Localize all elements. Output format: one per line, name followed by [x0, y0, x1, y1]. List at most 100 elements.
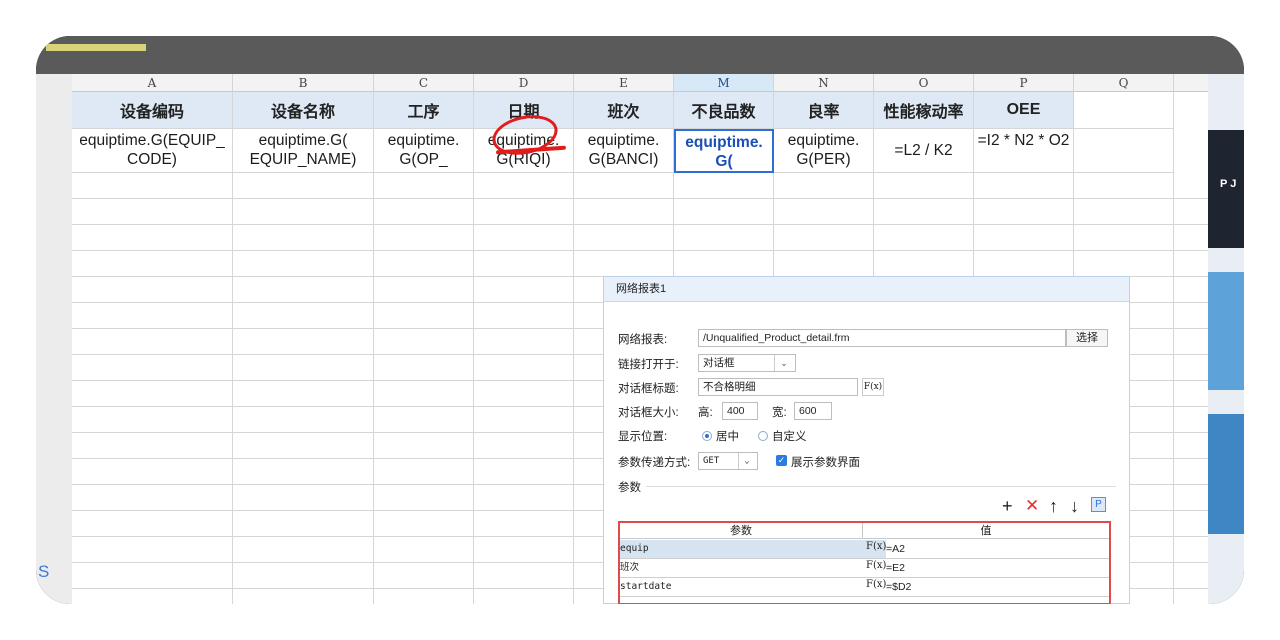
grid-cell[interactable]	[574, 199, 674, 225]
grid-cell[interactable]	[1174, 277, 1208, 303]
grid-cell[interactable]	[474, 199, 574, 225]
formula-icon[interactable]: F(x)	[866, 579, 886, 590]
grid-cell[interactable]	[474, 173, 574, 199]
grid-cell[interactable]	[233, 329, 374, 355]
grid-cell[interactable]	[474, 537, 574, 563]
data-cell-n2[interactable]: equiptime. G(PER)	[774, 129, 874, 173]
grid-cell[interactable]	[374, 563, 474, 589]
grid-cell[interactable]	[474, 459, 574, 485]
grid-cell[interactable]	[233, 251, 374, 277]
empty-cell[interactable]	[1074, 92, 1174, 129]
grid-cell[interactable]	[72, 251, 233, 277]
table-row[interactable]: startdate F(x) =$D2	[620, 578, 1109, 597]
grid-cell[interactable]	[72, 407, 233, 433]
grid-cell[interactable]	[374, 251, 474, 277]
grid-cell[interactable]	[1174, 459, 1208, 485]
col-header-n[interactable]: N	[774, 74, 874, 92]
grid-cell[interactable]	[374, 459, 474, 485]
grid-cell[interactable]	[874, 173, 974, 199]
grid-cell[interactable]	[233, 381, 374, 407]
grid-cell[interactable]	[574, 173, 674, 199]
grid-cell[interactable]	[1174, 199, 1208, 225]
col-header-b[interactable]: B	[233, 74, 374, 92]
header-cell-defects[interactable]: 不良品数	[674, 92, 774, 129]
grid-cell[interactable]	[874, 199, 974, 225]
grid-cell[interactable]	[674, 251, 774, 277]
position-center-radio[interactable]	[702, 431, 712, 441]
grid-cell[interactable]	[72, 173, 233, 199]
method-select[interactable]: GET ⌄	[698, 452, 758, 470]
grid-cell[interactable]	[1174, 563, 1208, 589]
grid-cell[interactable]	[1174, 303, 1208, 329]
data-cell-m2-selected[interactable]: equiptime. G(	[674, 129, 774, 173]
grid-cell[interactable]	[72, 563, 233, 589]
table-row[interactable]: 班次 F(x) =E2	[620, 559, 1109, 578]
spreadsheet[interactable]: A B C D E M N O P Q R 设备编码 设备名称 工序 日期 班次…	[72, 74, 1208, 604]
grid-cell[interactable]	[874, 225, 974, 251]
grid-cell[interactable]	[974, 173, 1074, 199]
dialog-title-field[interactable]: 不合格明细	[698, 378, 858, 396]
grid-cell[interactable]	[474, 589, 574, 604]
grid-cell[interactable]	[474, 277, 574, 303]
table-row[interactable]: equip F(x) =A2	[620, 540, 1109, 559]
grid-cell[interactable]	[72, 589, 233, 604]
col-header-r[interactable]: R	[1174, 74, 1208, 92]
grid-cell[interactable]	[374, 277, 474, 303]
grid-cell[interactable]	[1174, 433, 1208, 459]
grid-cell[interactable]	[233, 303, 374, 329]
grid-cell[interactable]	[474, 511, 574, 537]
grid-cell[interactable]	[974, 251, 1074, 277]
header-cell-yield[interactable]: 良率	[774, 92, 874, 129]
grid-cell[interactable]	[1174, 381, 1208, 407]
grid-cell[interactable]	[72, 199, 233, 225]
grid-cell[interactable]	[874, 251, 974, 277]
data-cell-p2[interactable]: =I2 * N2 * O2	[974, 129, 1074, 173]
grid-cell[interactable]	[72, 355, 233, 381]
grid-cell[interactable]	[374, 433, 474, 459]
width-field[interactable]: 600	[794, 402, 832, 420]
grid-cell[interactable]	[374, 225, 474, 251]
formula-button[interactable]: F(x)	[862, 378, 884, 396]
grid-cell[interactable]	[233, 173, 374, 199]
report-path-field[interactable]: /Unqualified_Product_detail.frm	[698, 329, 1066, 347]
grid-cell[interactable]	[374, 537, 474, 563]
col-header-q[interactable]: Q	[1074, 74, 1174, 92]
grid-cell[interactable]	[233, 433, 374, 459]
add-param-icon[interactable]: +	[1002, 497, 1013, 515]
data-cell-b2[interactable]: equiptime.G( EQUIP_NAME)	[233, 129, 374, 173]
grid-cell[interactable]	[1174, 537, 1208, 563]
col-header-m[interactable]: M	[674, 74, 774, 92]
parameter-icon[interactable]: P	[1091, 497, 1106, 512]
grid-cell[interactable]	[72, 537, 233, 563]
grid-cell[interactable]	[474, 433, 574, 459]
grid-cell[interactable]	[1174, 173, 1208, 199]
header-cell-performance[interactable]: 性能稼动率	[874, 92, 974, 129]
grid-cell[interactable]	[72, 329, 233, 355]
open-in-select[interactable]: 对话框 ⌄	[698, 354, 796, 372]
empty-cell[interactable]	[1074, 129, 1174, 173]
position-custom-radio[interactable]	[758, 431, 768, 441]
grid-cell[interactable]	[1174, 407, 1208, 433]
grid-cell[interactable]	[1174, 355, 1208, 381]
grid-cell[interactable]	[474, 355, 574, 381]
grid-cell[interactable]	[974, 225, 1074, 251]
grid-cell[interactable]	[1174, 329, 1208, 355]
header-cell-shift[interactable]: 班次	[574, 92, 674, 129]
header-cell-equip-name[interactable]: 设备名称	[233, 92, 374, 129]
col-header-o[interactable]: O	[874, 74, 974, 92]
grid-cell[interactable]	[374, 303, 474, 329]
grid-cell[interactable]	[774, 251, 874, 277]
grid-cell[interactable]	[233, 277, 374, 303]
grid-cell[interactable]	[72, 485, 233, 511]
data-cell-e2[interactable]: equiptime. G(BANCI)	[574, 129, 674, 173]
grid-cell[interactable]	[374, 589, 474, 604]
grid-cell[interactable]	[674, 199, 774, 225]
param-value[interactable]: =A2	[886, 540, 1109, 558]
data-cell-a2[interactable]: equiptime.G(EQUIP_ CODE)	[72, 129, 233, 173]
grid-cell[interactable]	[72, 303, 233, 329]
grid-cell[interactable]	[574, 251, 674, 277]
grid-cell[interactable]	[233, 225, 374, 251]
param-value[interactable]: =$D2	[886, 578, 911, 596]
col-header-a[interactable]: A	[72, 74, 233, 92]
grid-cell[interactable]	[474, 407, 574, 433]
